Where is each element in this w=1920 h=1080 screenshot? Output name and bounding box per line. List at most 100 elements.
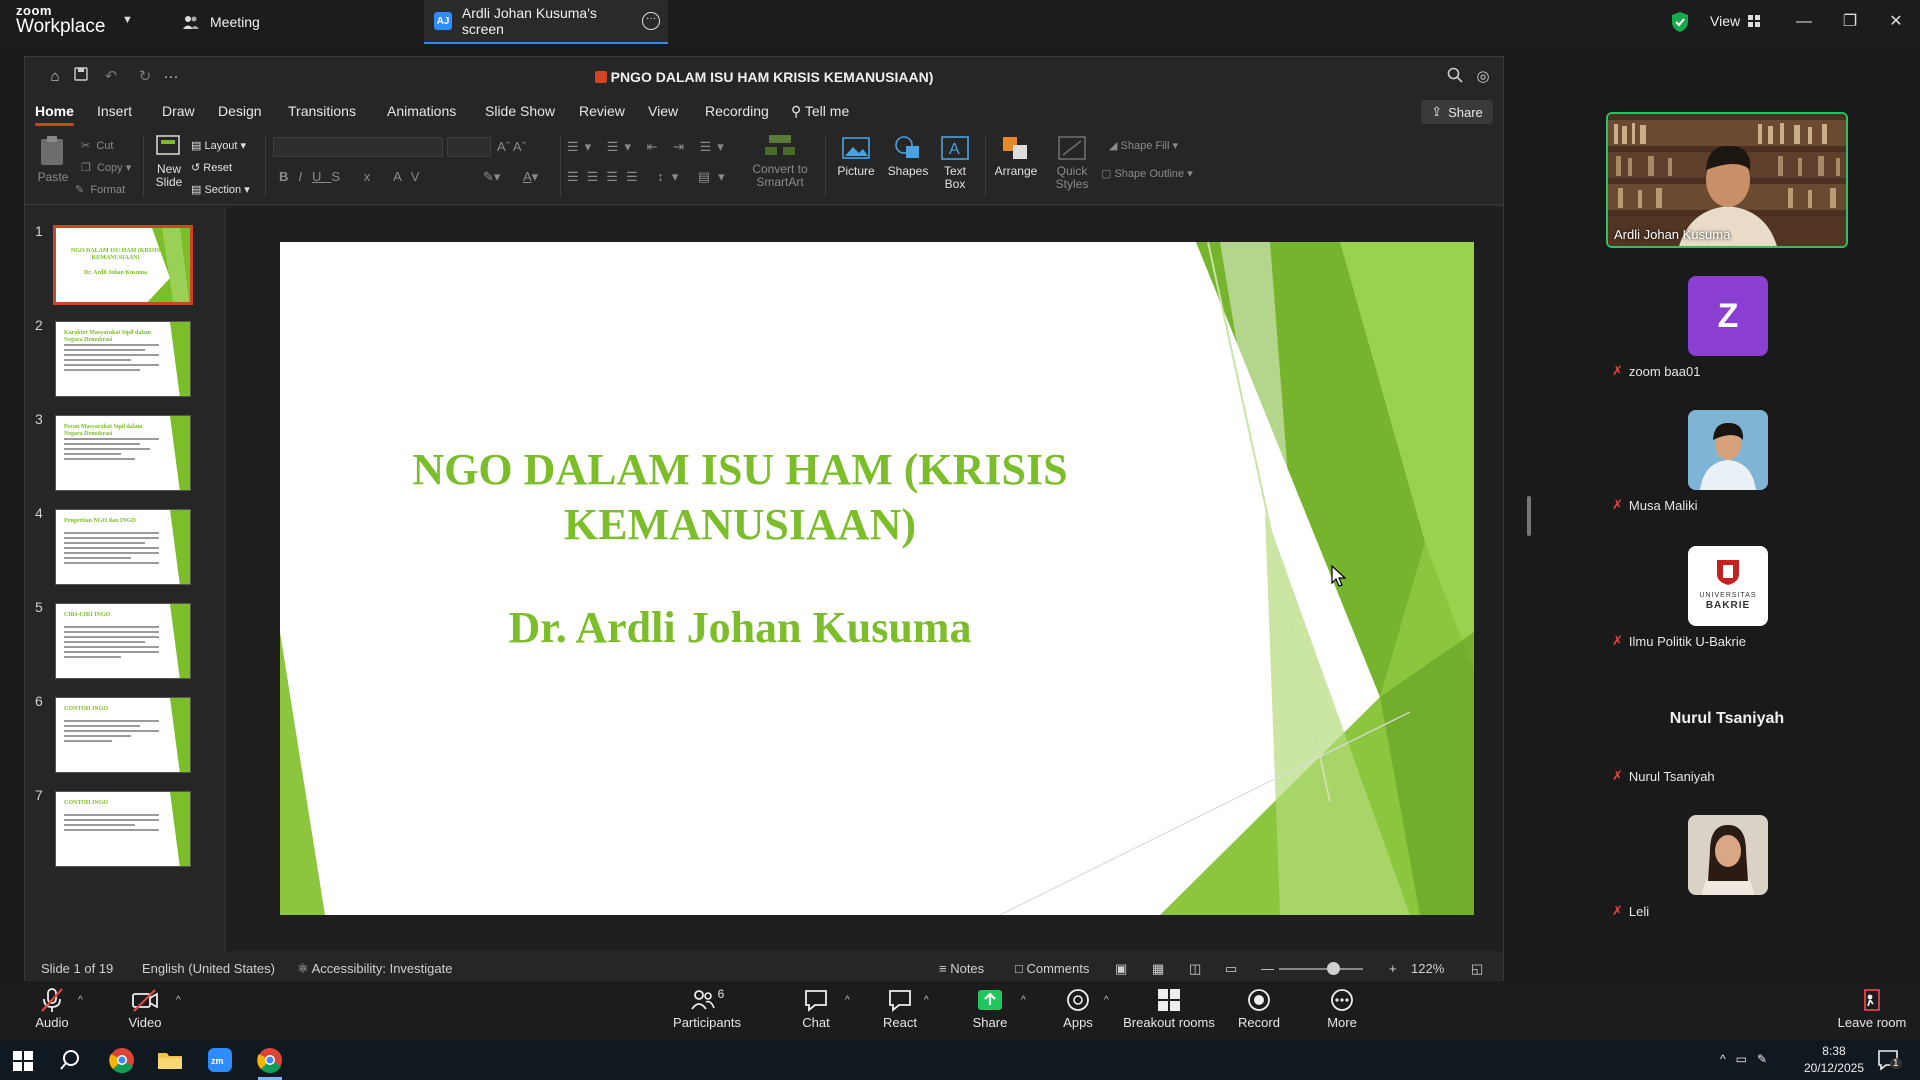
audio-options-caret[interactable]: ^ — [78, 995, 83, 1006]
layout-button[interactable]: ▤ Layout ▾ — [191, 139, 246, 152]
file-explorer-icon[interactable] — [156, 1046, 184, 1074]
participants-button[interactable]: 6 Participants — [670, 987, 744, 1030]
list-buttons[interactable]: ☰▾ ☰▾ ⇤ ⇥ ☰▾ — [567, 139, 730, 155]
quick-styles-button[interactable]: Quick Styles — [1049, 135, 1095, 191]
taskbar-clock[interactable]: 8:38 20/12/2025 — [1804, 1043, 1864, 1077]
thumbnail-item[interactable]: 2 Karakter Masyarakat Sipil dalam Negara… — [25, 317, 224, 417]
tab-meeting[interactable]: Meeting — [168, 0, 274, 44]
paste-button[interactable]: Paste — [33, 135, 73, 184]
tab-insert[interactable]: Insert — [97, 103, 132, 119]
thumbnail-slide-4[interactable]: Pengertian NGO dan INGO — [55, 509, 191, 585]
thumbnail-item[interactable]: 5 CIRI-CIRI INGO — [25, 599, 224, 699]
windows-start-icon[interactable] — [10, 1046, 38, 1074]
restore-icon[interactable]: ❐ — [1838, 10, 1862, 34]
zoom-slider-thumb[interactable] — [1327, 962, 1340, 975]
shape-fill-button[interactable]: ◢ Shape Fill ▾ — [1109, 139, 1178, 152]
notes-button[interactable]: ≡ Notes — [939, 961, 984, 976]
video-options-caret[interactable]: ^ — [176, 995, 181, 1006]
thumbnail-item[interactable]: 3 Peran Masyarakat Sipil dalam Negara De… — [25, 411, 224, 511]
zoom-slider[interactable] — [1279, 962, 1363, 975]
zoom-workplace-logo[interactable]: zoom Workplace — [16, 4, 105, 36]
thumbnail-slide-3[interactable]: Peran Masyarakat Sipil dalam Negara Demo… — [55, 415, 191, 491]
zoom-out-icon[interactable]: — — [1261, 961, 1274, 976]
participant-display-name[interactable]: Nurul Tsaniyah — [1606, 710, 1848, 728]
thumbnail-item[interactable]: 7 CONTOH INGO — [25, 787, 224, 887]
react-options-caret[interactable]: ^ — [924, 995, 929, 1006]
thumbnail-slide-2[interactable]: Karakter Masyarakat Sipil dalam Negara D… — [55, 321, 191, 397]
section-button[interactable]: ▤ Section ▾ — [191, 183, 250, 196]
zoom-in-icon[interactable]: + — [1389, 961, 1397, 976]
chrome-icon[interactable] — [108, 1046, 136, 1074]
tab-tell-me[interactable]: ⚲ Tell me — [791, 103, 849, 120]
react-button[interactable]: React — [880, 987, 920, 1030]
shield-check-icon[interactable] — [1670, 11, 1690, 38]
tab-shared-screen[interactable]: AJ Ardli Johan Kusuma's screen ··· — [424, 0, 668, 44]
more-options-icon[interactable]: ··· — [642, 12, 660, 30]
audio-button[interactable]: Audio — [30, 987, 74, 1030]
format-painter-button[interactable]: ✎ Format — [75, 183, 125, 196]
view-button[interactable]: View — [1710, 13, 1761, 29]
shapes-button[interactable]: Shapes — [885, 135, 931, 178]
reset-button[interactable]: ↺ Reset — [191, 161, 232, 174]
tab-review[interactable]: Review — [579, 103, 625, 119]
notification-icon[interactable]: 1 — [1876, 1048, 1902, 1077]
text-box-button[interactable]: A Text Box — [935, 135, 975, 191]
share-screen-button[interactable]: Share — [968, 987, 1012, 1030]
slide-title[interactable]: NGO DALAM ISU HAM (KRISIS KEMANUSIAAN) — [340, 442, 1140, 552]
avatar[interactable]: UNIVERSITAS BAKRIE — [1688, 546, 1768, 626]
close-icon[interactable]: ✕ — [1884, 10, 1908, 34]
leave-room-button[interactable]: Leave room — [1836, 987, 1908, 1030]
slide-thumbnails[interactable]: 1 NGO DALAM ISU HAM (KRISIS KEMANUSIAAN)… — [25, 207, 225, 951]
share-button[interactable]: ⇪ Share — [1421, 100, 1493, 124]
slideshow-view-icon[interactable]: ▭ — [1225, 961, 1237, 977]
align-buttons[interactable]: ☰☰☰☰ ↕▾ ▤▾ — [567, 169, 733, 185]
current-slide[interactable]: NGO DALAM ISU HAM (KRISIS KEMANUSIAAN) D… — [280, 242, 1474, 915]
chevron-down-icon[interactable]: ▼ — [122, 14, 133, 26]
tab-slide-show[interactable]: Slide Show — [485, 103, 555, 119]
panel-resize-handle[interactable] — [1527, 496, 1531, 536]
tab-home[interactable]: Home — [35, 103, 74, 126]
slide-subtitle[interactable]: Dr. Ardli Johan Kusuma — [340, 602, 1140, 653]
convert-smartart-button[interactable]: Convert to SmartArt — [745, 133, 815, 189]
avatar[interactable] — [1688, 815, 1768, 895]
tab-view[interactable]: View — [648, 103, 678, 119]
shape-outline-button[interactable]: ▢ Shape Outline ▾ — [1101, 167, 1193, 180]
tab-animations[interactable]: Animations — [387, 103, 456, 119]
font-family-dropdown[interactable] — [273, 137, 443, 157]
zoom-level[interactable]: 122% — [1411, 961, 1444, 976]
arrange-button[interactable]: Arrange — [991, 135, 1041, 178]
breakout-rooms-button[interactable]: Breakout rooms — [1122, 987, 1216, 1030]
new-slide-button[interactable]: New Slide — [149, 133, 189, 189]
share-options-caret[interactable]: ^ — [1021, 995, 1026, 1006]
cut-button[interactable]: ✂ Cut — [81, 139, 113, 152]
search-icon[interactable] — [58, 1046, 86, 1074]
tab-draw[interactable]: Draw — [162, 103, 195, 119]
video-button[interactable]: Video — [122, 987, 168, 1030]
thumbnail-slide-1[interactable]: NGO DALAM ISU HAM (KRISIS KEMANUSIAAN) D… — [53, 225, 193, 305]
avatar[interactable]: Z — [1688, 276, 1768, 356]
font-size-buttons[interactable]: Aˆ Aˇ — [497, 139, 526, 154]
thumbnail-item[interactable]: 1 NGO DALAM ISU HAM (KRISIS KEMANUSIAAN)… — [25, 223, 224, 323]
accessibility-status[interactable]: ⚛ Accessibility: Investigate — [297, 961, 452, 977]
apps-options-caret[interactable]: ^ — [1104, 995, 1109, 1006]
font-color-icon[interactable]: A▾ — [523, 169, 538, 185]
normal-view-icon[interactable]: ▣ — [1115, 961, 1127, 977]
copy-button[interactable]: ❐ Copy ▾ — [81, 161, 131, 174]
tab-recording[interactable]: Recording — [705, 103, 769, 119]
more-button[interactable]: More — [1322, 987, 1362, 1030]
thumbnail-slide-6[interactable]: CONTOH INGO — [55, 697, 191, 773]
tab-transitions[interactable]: Transitions — [288, 103, 356, 119]
highlight-color-icon[interactable]: ✎▾ — [483, 169, 500, 185]
chat-button[interactable]: Chat — [796, 987, 836, 1030]
thumbnail-slide-5[interactable]: CIRI-CIRI INGO — [55, 603, 191, 679]
chrome-active-icon[interactable] — [256, 1046, 284, 1074]
picture-button[interactable]: Picture — [833, 135, 879, 178]
font-style-buttons[interactable]: BIUS x AV — [279, 169, 429, 184]
broadcast-icon[interactable]: ◎ — [1473, 67, 1493, 87]
tab-design[interactable]: Design — [218, 103, 262, 119]
chat-options-caret[interactable]: ^ — [845, 995, 850, 1006]
system-tray-icons[interactable]: ^▭✎ — [1720, 1052, 1777, 1066]
thumbnail-slide-7[interactable]: CONTOH INGO — [55, 791, 191, 867]
slide-sorter-icon[interactable]: ▦ — [1152, 961, 1164, 977]
language-status[interactable]: English (United States) — [142, 961, 275, 976]
